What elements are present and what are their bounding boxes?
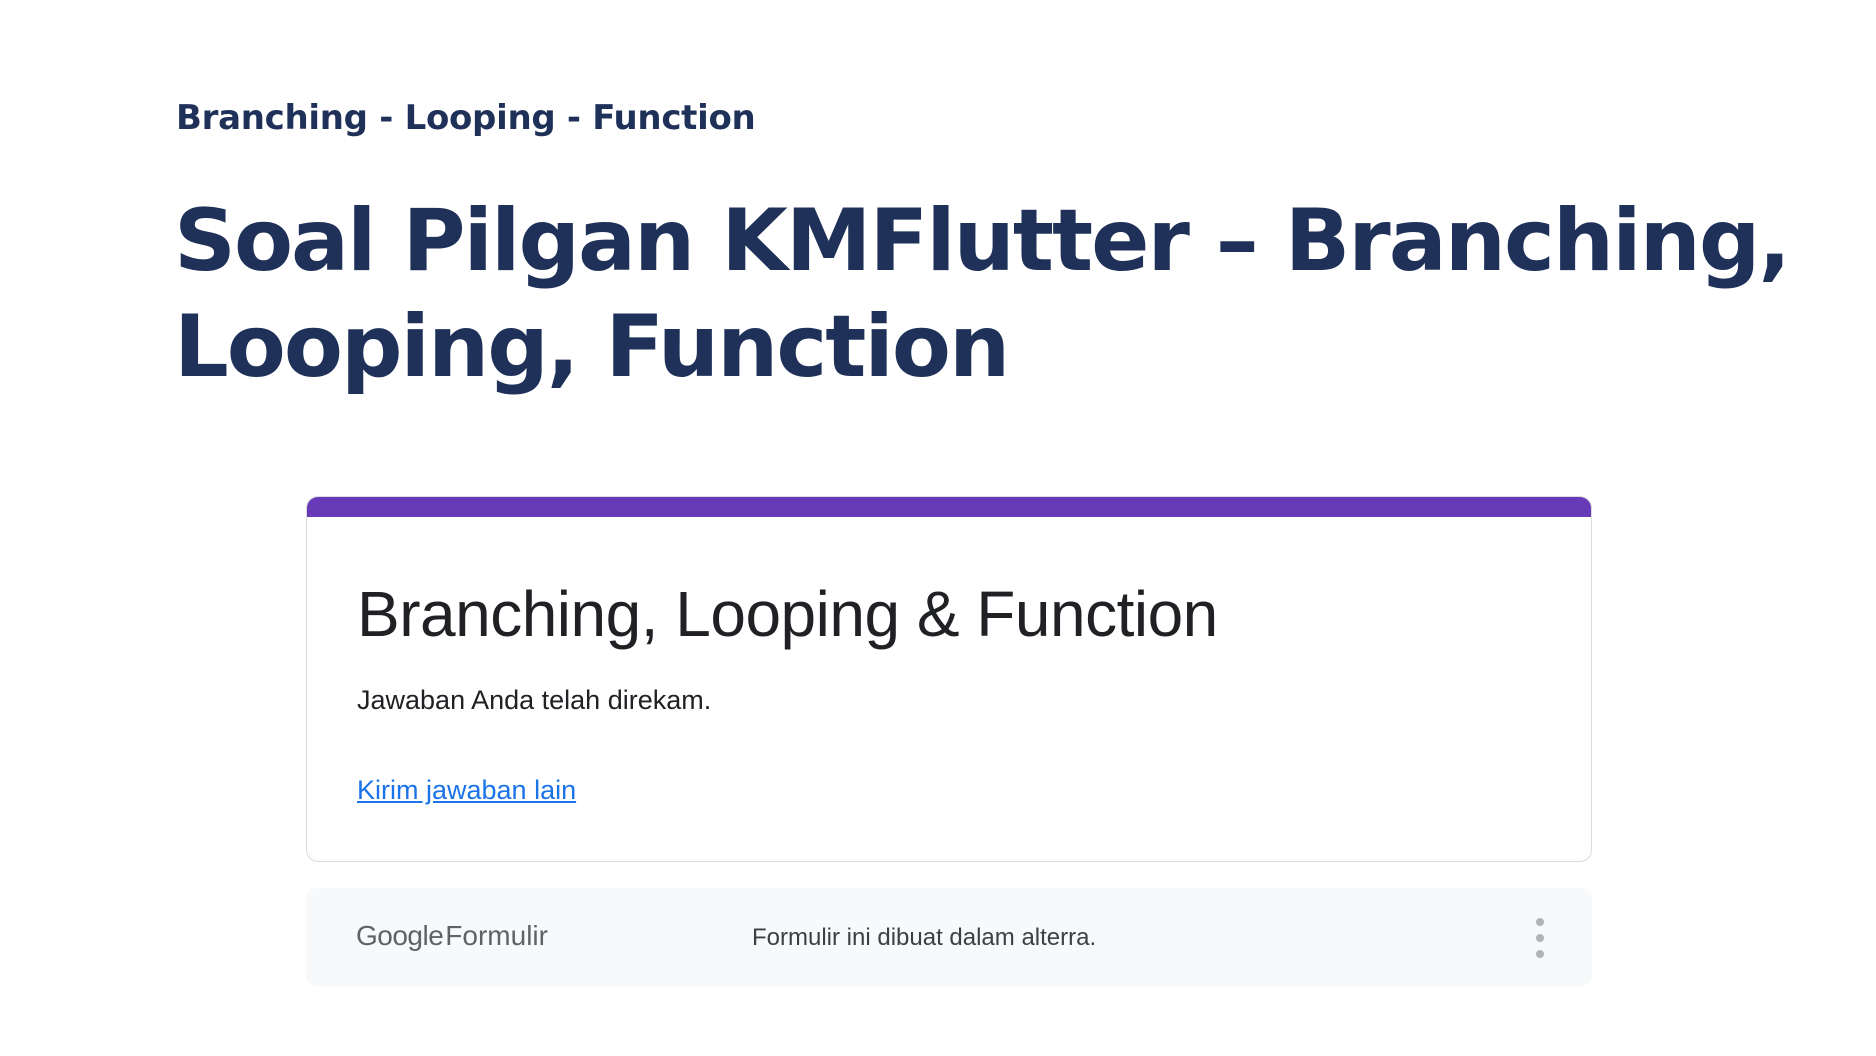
form-footer: GoogleFormulir Formulir ini dibuat dalam… (306, 888, 1592, 986)
google-logo-text: Google (356, 920, 444, 951)
google-forms-logo[interactable]: GoogleFormulir (356, 920, 548, 952)
breadcrumb[interactable]: Branching - Looping - Function (176, 98, 756, 138)
footer-note: Formulir ini dibuat dalam alterra. (752, 924, 1097, 951)
page-title: Soal Pilgan KMFlutter – Branching, Loopi… (174, 191, 1791, 397)
form-confirmation-message: Jawaban Anda telah direkam. (357, 685, 712, 715)
form-accent-bar (307, 497, 1591, 517)
page: Branching - Looping - Function Soal Pilg… (0, 0, 1876, 1056)
more-vert-icon[interactable] (1528, 918, 1552, 958)
form-response-card: Branching, Looping & Function Jawaban An… (306, 496, 1592, 862)
forms-logo-text: Formulir (445, 920, 548, 951)
submit-another-response-link[interactable]: Kirim jawaban lain (357, 775, 576, 806)
form-title: Branching, Looping & Function (357, 578, 1218, 650)
